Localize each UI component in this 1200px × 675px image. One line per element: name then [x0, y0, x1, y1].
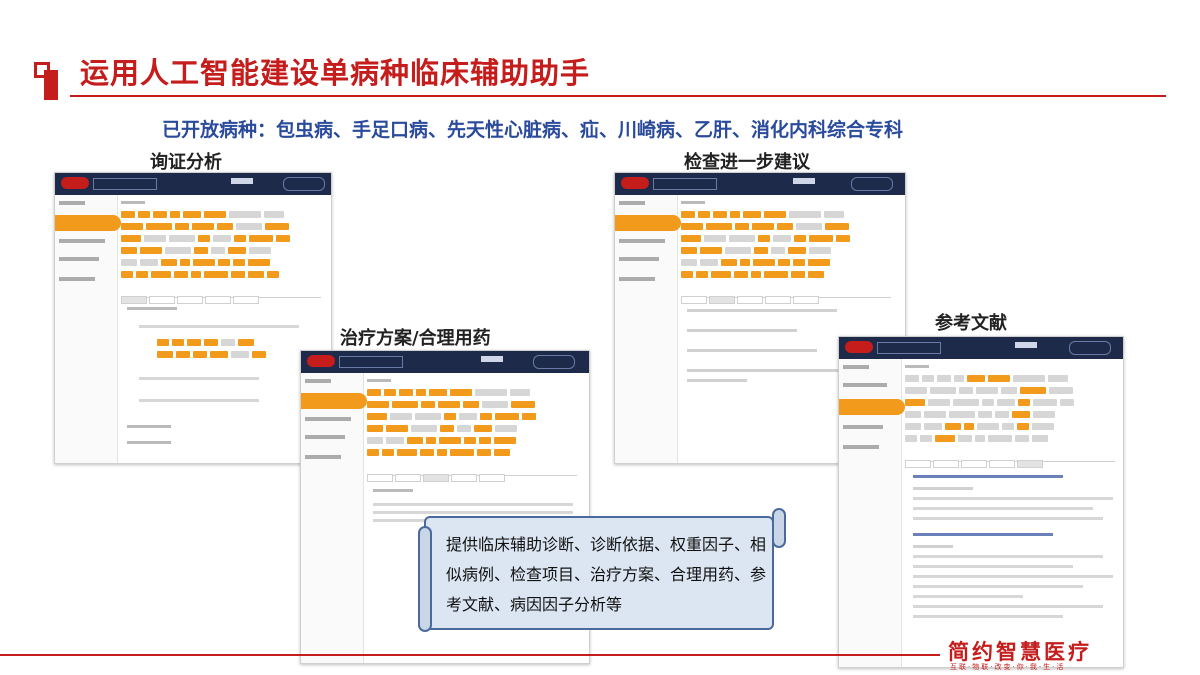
diagnosis-sidebar [55, 195, 121, 463]
app-logo [307, 355, 335, 367]
section-treatment-label: 治疗方案/合理用药 [340, 328, 491, 349]
opened-diseases: 已开放病种：包虫病、手足口病、先天性心脏病、疝、川崎病、乙肝、消化内科综合专科 [162, 119, 904, 141]
section-inquiry-label: 询证分析 [150, 152, 222, 173]
feature-callout-text: 提供临床辅助诊断、诊断依据、权重因子、相似病例、检查项目、治疗方案、合理用药、参… [446, 535, 767, 614]
app-logo [845, 341, 873, 353]
detail-tabs[interactable] [367, 467, 577, 482]
diagnosis-sidebar [301, 373, 367, 663]
tag-area [121, 199, 327, 463]
scroll-roll-left [418, 526, 432, 632]
feature-callout: 提供临床辅助诊断、诊断依据、权重因子、相似病例、检查项目、治疗方案、合理用药、参… [418, 508, 786, 634]
brand-slogan: 互联·物联·改变·你·我·生·活 [950, 663, 1066, 671]
app-logo [61, 177, 89, 189]
app-header [615, 173, 905, 195]
screenshot-reference [838, 336, 1124, 668]
sidebar-active-item[interactable] [839, 399, 905, 415]
sidebar-active-item[interactable] [55, 215, 121, 231]
diagnosis-sidebar [615, 195, 681, 463]
app-header [55, 173, 331, 195]
detail-tabs[interactable] [681, 289, 891, 304]
diagnosis-sidebar [839, 359, 905, 667]
detail-tabs[interactable] [905, 453, 1115, 468]
tag-area [905, 363, 1119, 667]
title-accent-icon [34, 60, 58, 100]
screenshot-inquiry [54, 172, 332, 464]
sidebar-active-item[interactable] [301, 393, 367, 409]
app-logo [621, 177, 649, 189]
page-title: 运用人工智能建设单病种临床辅助助手 [80, 56, 591, 90]
section-reference-label: 参考文献 [935, 313, 1007, 334]
sidebar-active-item[interactable] [615, 215, 681, 231]
section-exam-label: 检查进一步建议 [684, 152, 810, 173]
app-header [301, 351, 589, 373]
detail-tabs[interactable] [121, 289, 321, 304]
app-header [839, 337, 1123, 359]
title-divider [70, 95, 1166, 97]
footer-divider [0, 654, 940, 656]
